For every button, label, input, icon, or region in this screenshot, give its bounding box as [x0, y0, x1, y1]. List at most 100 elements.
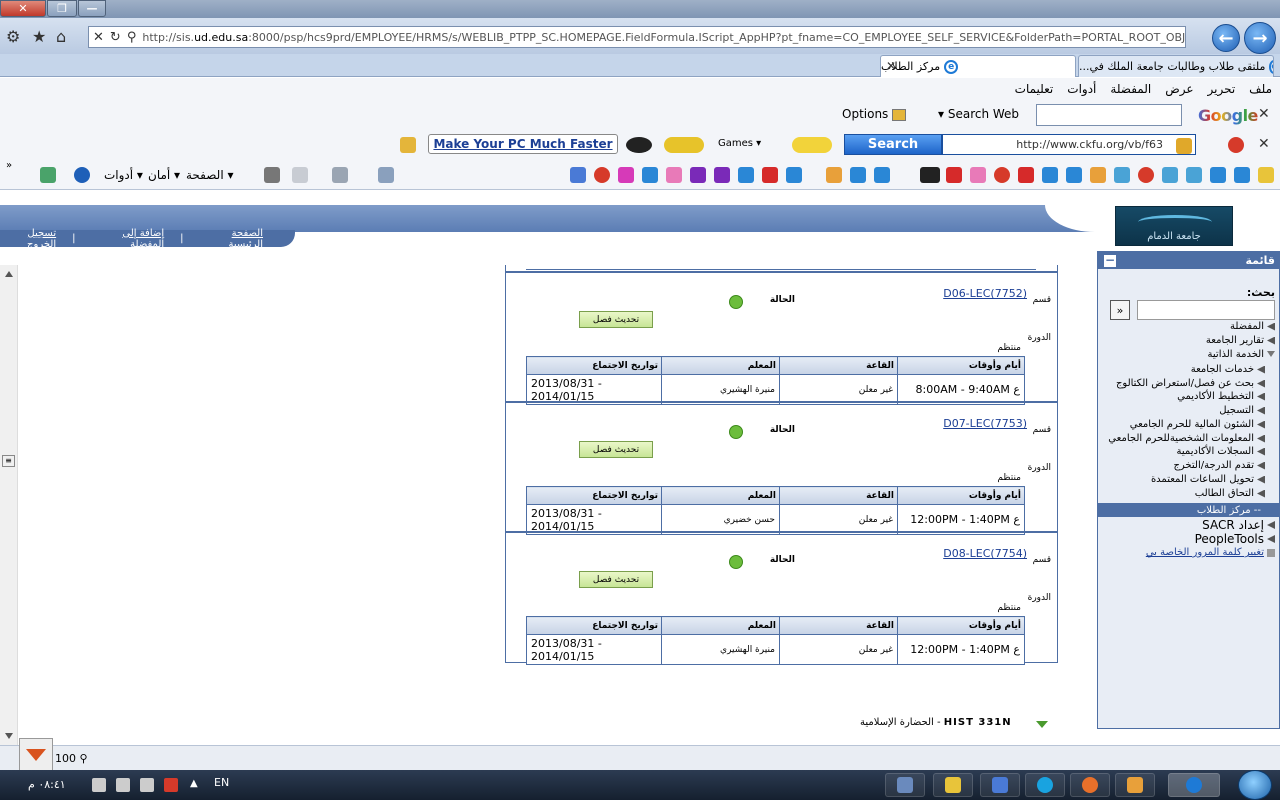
star-icon[interactable]: ★	[32, 27, 46, 46]
site-icon[interactable]	[594, 167, 610, 183]
taskbar-firefox[interactable]	[1070, 773, 1110, 797]
site-icon[interactable]	[738, 167, 754, 183]
feeds-icon[interactable]	[332, 167, 348, 183]
expand-course-icon[interactable]	[1036, 721, 1048, 728]
site-icon[interactable]	[1210, 167, 1226, 183]
update-class-button[interactable]: تحديث فصل	[579, 441, 653, 458]
tray-app-icon[interactable]	[164, 778, 178, 792]
menu-subitem[interactable]: المعلومات الشخصيةللحرم الجامعي	[1108, 433, 1265, 444]
change-password-link[interactable]: تغيير كلمة المرور الخاصة بي	[1146, 547, 1275, 558]
chevron-icon[interactable]: »	[6, 160, 12, 171]
menu-item-favorites[interactable]: المفضلة	[1230, 321, 1275, 332]
site-icon[interactable]	[850, 167, 866, 183]
site-icon[interactable]	[826, 167, 842, 183]
show-hidden-icons[interactable]: ▲	[190, 778, 198, 789]
menu-subitem[interactable]: التسجيل	[1219, 405, 1265, 416]
search-button[interactable]: Search	[844, 134, 942, 155]
favorites-star-icon[interactable]	[1258, 167, 1274, 183]
smiley-icon[interactable]	[1228, 137, 1244, 153]
menu-subitem[interactable]: السجلات الأكاديمية	[1177, 446, 1265, 457]
site-icon[interactable]	[994, 167, 1010, 183]
tab-student-center[interactable]: e مركز الطلاب	[880, 55, 1076, 77]
menu-subitem[interactable]: بحث عن فصل/استعراض الكتالوج	[1116, 378, 1265, 389]
emoticon-icon[interactable]	[792, 137, 832, 153]
yahoo-icon[interactable]	[690, 167, 706, 183]
address-input[interactable]: ✕ ↻ ⚲ http://sis.ud.edu.sa:8000/psp/hcs9…	[88, 26, 1186, 48]
site-icon[interactable]	[1042, 167, 1058, 183]
options-button[interactable]: Options	[842, 107, 907, 121]
restore-window-button[interactable]: ❐	[47, 0, 77, 17]
home-icon[interactable]: ⌂	[56, 27, 66, 46]
ym-icon[interactable]	[664, 137, 704, 153]
start-button[interactable]	[1238, 770, 1272, 800]
site-icon[interactable]	[874, 167, 890, 183]
section-link[interactable]: D07-LEC(7753)	[943, 417, 1027, 430]
scroll-grip[interactable]: ≡	[2, 455, 15, 467]
youtube-icon[interactable]	[762, 167, 778, 183]
menu-search-input[interactable]	[1137, 300, 1275, 320]
site-icon[interactable]	[1186, 167, 1202, 183]
vertical-scrollbar[interactable]: ≡	[0, 265, 18, 745]
menu-help[interactable]: تعليمات	[1015, 82, 1054, 96]
make-pc-faster-link[interactable]: Make Your PC Much Faster	[428, 134, 618, 154]
menu-item-self-service[interactable]: الخدمة الذاتية	[1208, 349, 1275, 360]
site-icon[interactable]	[666, 167, 682, 183]
refresh-icon[interactable]: ↻	[110, 30, 121, 45]
minimize-window-button[interactable]: —	[78, 0, 106, 17]
logout-link[interactable]: تسجيل الخروج	[0, 228, 56, 250]
close-tab-icon[interactable]: ✕	[886, 59, 896, 73]
section-link[interactable]: D06-LEC(7752)	[943, 287, 1027, 300]
site-icon[interactable]	[1138, 167, 1154, 183]
site-url-input[interactable]: http://www.ckfu.org/vb/f63	[942, 134, 1196, 155]
home-icon[interactable]	[378, 167, 394, 183]
download-manager-icon[interactable]	[19, 738, 53, 772]
university-logo[interactable]: جامعة الدمام	[1115, 206, 1233, 246]
site-icon[interactable]	[618, 167, 634, 183]
volume-icon[interactable]	[92, 778, 106, 792]
site-icon[interactable]	[1066, 167, 1082, 183]
youtube-icon[interactable]	[946, 167, 962, 183]
safety-menu[interactable]: ▾ أمان	[148, 168, 180, 182]
taskbar-explorer[interactable]	[933, 773, 973, 797]
close-toolbar-icon[interactable]: ✕	[1258, 106, 1270, 122]
back-button[interactable]: ←	[1212, 24, 1240, 52]
menu-file[interactable]: ملف	[1249, 82, 1272, 96]
forward-button[interactable]: →	[1244, 22, 1276, 54]
home-link[interactable]: الصفحة الرئيسية	[200, 228, 263, 250]
tools-menu[interactable]: ▾ أدوات	[104, 168, 143, 182]
site-icon[interactable]	[1162, 167, 1178, 183]
site-icon[interactable]	[1114, 167, 1130, 183]
youtube-icon[interactable]	[1018, 167, 1034, 183]
site-icon[interactable]	[570, 167, 586, 183]
mascot-icon[interactable]	[626, 137, 652, 153]
gear-icon[interactable]: ⚙	[6, 27, 20, 46]
site-icon[interactable]	[1090, 167, 1106, 183]
taskbar-app[interactable]	[885, 773, 925, 797]
site-icon[interactable]	[714, 167, 730, 183]
stop-icon[interactable]: ✕	[93, 30, 104, 45]
site-icon[interactable]	[1234, 167, 1250, 183]
menu-favorites[interactable]: المفضلة	[1110, 82, 1151, 96]
section-link[interactable]: D08-LEC(7754)	[943, 547, 1027, 560]
clock[interactable]: ٠٨:٤١ م	[28, 778, 66, 791]
menu-subitem[interactable]: التخطيط الأكاديمي	[1177, 391, 1265, 402]
language-indicator[interactable]: EN	[214, 776, 229, 789]
help-icon[interactable]	[74, 167, 90, 183]
menu-tools[interactable]: أدوات	[1067, 82, 1096, 96]
zoom-level[interactable]: 100 ⚲	[55, 752, 88, 765]
page-menu[interactable]: ▾ الصفحة	[186, 168, 234, 182]
games-button[interactable]: Games ▾	[718, 138, 761, 149]
google-search-input[interactable]	[1036, 104, 1182, 126]
network-icon[interactable]	[116, 778, 130, 792]
update-class-button[interactable]: تحديث فصل	[579, 571, 653, 588]
update-class-button[interactable]: تحديث فصل	[579, 311, 653, 328]
jtv-icon[interactable]	[920, 167, 940, 183]
print-icon[interactable]	[264, 167, 280, 183]
menu-view[interactable]: عرض	[1165, 82, 1193, 96]
close-window-button[interactable]: ✕	[0, 0, 46, 17]
site-icon[interactable]	[970, 167, 986, 183]
menu-subitem[interactable]: خدمات الجامعة	[1191, 364, 1265, 375]
close-toolbar-icon[interactable]: ✕	[1258, 136, 1270, 152]
taskbar-ie[interactable]	[1168, 773, 1220, 797]
menu-subitem[interactable]: تحويل الساعات المعتمدة	[1151, 474, 1265, 485]
